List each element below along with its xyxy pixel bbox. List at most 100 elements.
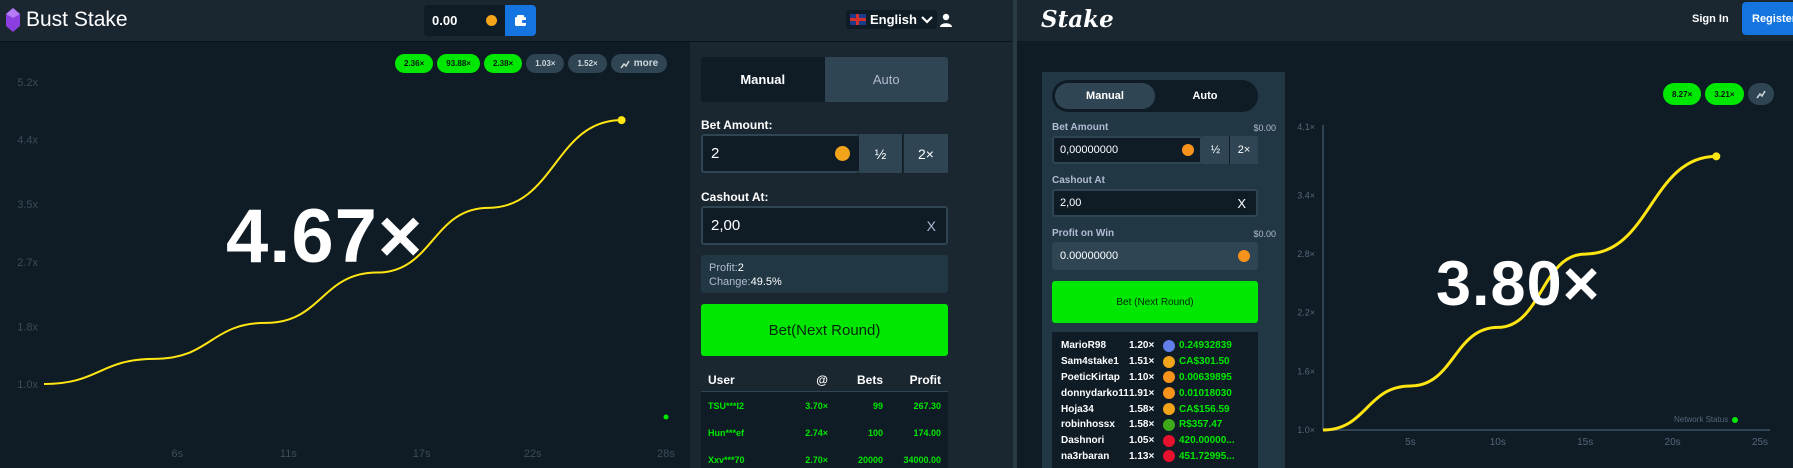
y-tick-label: 2.8× [1297, 249, 1315, 259]
x-tick-label: 22s [524, 448, 542, 460]
y-tick-label: 3.5x [17, 199, 38, 211]
row-bets: 99 [872, 400, 883, 411]
clear-cashout-button[interactable]: X [927, 218, 936, 234]
tab-manual[interactable]: Manual [1055, 83, 1155, 109]
wallet-icon [514, 14, 527, 26]
row-bets: 20000 [857, 454, 883, 465]
user-icon[interactable] [938, 12, 954, 28]
row-user: TSU***I2 [708, 400, 745, 411]
player-row: robinhossx 1.58× R$357.47 [1061, 417, 1249, 433]
status-dot-icon [1732, 416, 1739, 423]
row-profit: 34000.00 [903, 454, 941, 465]
player-row: donnydarko11 1.91× 0.01018030 [1061, 385, 1249, 401]
player-name[interactable]: Dashnori [1061, 435, 1129, 446]
player-multiplier: 1.51× [1129, 356, 1155, 368]
register-button[interactable]: Register [1742, 2, 1793, 35]
tab-auto[interactable]: Auto [1155, 83, 1255, 109]
player-multiplier: 1.13× [1129, 450, 1155, 462]
col-at: @ [816, 372, 828, 387]
dollar-icon [1163, 403, 1175, 416]
profit-value: 2 [737, 262, 744, 274]
profit-label: Profit: [709, 262, 738, 274]
col-profit: Profit [909, 372, 941, 387]
half-button[interactable]: ½ [859, 134, 903, 173]
player-amount: 451.72995... [1179, 450, 1235, 462]
row-user: Xxv***70 [708, 454, 745, 465]
player-name[interactable]: Sam4stake1 [1061, 356, 1129, 367]
cashout-label: Cashout At: [701, 190, 769, 204]
bet-amount-label: Bet Amount [1052, 122, 1109, 133]
player-name[interactable]: na3rbaran [1061, 451, 1129, 462]
bet-button[interactable]: Bet (Next Round) [1052, 281, 1258, 323]
x-tick-label: 10s [1490, 437, 1506, 448]
player-multiplier: 1.91× [1129, 387, 1155, 399]
table-row: Hun***ef 2.74× 100 174.00 [701, 419, 948, 446]
y-tick-label: 1.8x [17, 321, 38, 333]
cashout-input[interactable]: 2,00 X [701, 206, 948, 245]
status-dot-icon [663, 414, 669, 420]
current-multiplier: 4.67× [226, 194, 424, 279]
network-status-label: Network Status [1674, 415, 1729, 424]
profit-on-win-field: 0.00000000 [1052, 242, 1258, 270]
player-name[interactable]: Hoja34 [1061, 404, 1129, 415]
bet-mode-tabs: Manual Auto [701, 57, 948, 102]
btc-icon [1163, 387, 1175, 400]
row-at: 2.70× [805, 454, 828, 465]
player-name[interactable]: PoeticKirtap [1061, 372, 1129, 383]
language-select[interactable]: English [846, 10, 937, 29]
clear-cashout-button[interactable]: X [1237, 196, 1246, 211]
trx-icon [1163, 450, 1175, 463]
sign-in-link[interactable]: Sign In [1692, 13, 1729, 25]
player-row: Sam4stake1 1.51× CA$301.50 [1061, 354, 1249, 370]
network-status: Network Status [1674, 415, 1739, 424]
row-at: 3.70× [805, 400, 828, 411]
change-label: Change: [709, 276, 751, 288]
profit-value: 0.00000000 [1060, 250, 1119, 262]
players-list: MarioR98 1.20× 0.24932839 Sam4stake1 1.51× CA… [1052, 332, 1258, 468]
col-bets: Bets [856, 372, 883, 387]
y-tick-label: 1.0x [17, 379, 38, 391]
player-name[interactable]: robinhossx [1061, 419, 1129, 430]
player-amount: R$357.47 [1179, 419, 1223, 431]
bet-button[interactable]: Bet(Next Round) [701, 304, 948, 356]
player-name[interactable]: MarioR98 [1061, 340, 1129, 351]
y-tick-label: 5.2x [17, 77, 38, 89]
current-multiplier: 3.80× [1436, 249, 1601, 319]
player-amount: 0.00639895 [1179, 371, 1232, 383]
double-button[interactable]: 2× [904, 134, 948, 173]
profit-usd: $0.00 [1253, 229, 1276, 239]
row-bets: 100 [867, 427, 883, 438]
eth-icon [1163, 339, 1175, 352]
player-row: na3rbaran 1.13× 451.72995... [1061, 449, 1249, 465]
balance-value: 0.00 [432, 13, 458, 28]
double-button[interactable]: 2× [1230, 136, 1258, 164]
x-tick-label: 17s [413, 448, 431, 460]
y-tick-label: 1.0× [1297, 425, 1315, 435]
player-row: MarioR98 1.20× 0.24932839 [1061, 338, 1249, 354]
y-tick-label: 2.7x [17, 257, 38, 269]
stake-logo[interactable]: Stake [1041, 6, 1114, 33]
y-tick-label: 4.1× [1297, 122, 1315, 132]
x-tick-label: 6s [171, 448, 183, 460]
table-header: User @ Bets Profit [701, 368, 948, 392]
half-button[interactable]: ½ [1202, 136, 1230, 164]
player-name[interactable]: donnydarko11 [1061, 388, 1129, 399]
top-bar: Bust Stake 0.00 English [0, 0, 1013, 42]
bet-mode-tabs: Manual Auto [1052, 80, 1258, 112]
y-tick-label: 3.4× [1297, 190, 1315, 200]
player-multiplier: 1.20× [1129, 340, 1155, 352]
wallet-button[interactable] [505, 5, 536, 36]
brand[interactable]: Bust Stake [6, 8, 128, 32]
cashout-input[interactable]: 2,00 X [1052, 189, 1258, 217]
btc-icon [1238, 250, 1250, 262]
tab-manual[interactable]: Manual [701, 57, 825, 102]
bust-stake-app: Bust Stake 0.00 English 2.36× 93.88× 2.3… [0, 0, 1013, 468]
x-tick-label: 5s [1405, 437, 1416, 448]
chevron-down-icon [921, 15, 933, 24]
balance-display[interactable]: 0.00 [424, 5, 505, 36]
cashout-value: 2,00 [711, 217, 741, 234]
y-tick-label: 2.2× [1297, 308, 1315, 318]
bet-amount-input[interactable]: 0,00000000 [1052, 136, 1202, 164]
player-amount: CA$301.50 [1179, 356, 1230, 368]
tab-auto[interactable]: Auto [824, 57, 948, 102]
